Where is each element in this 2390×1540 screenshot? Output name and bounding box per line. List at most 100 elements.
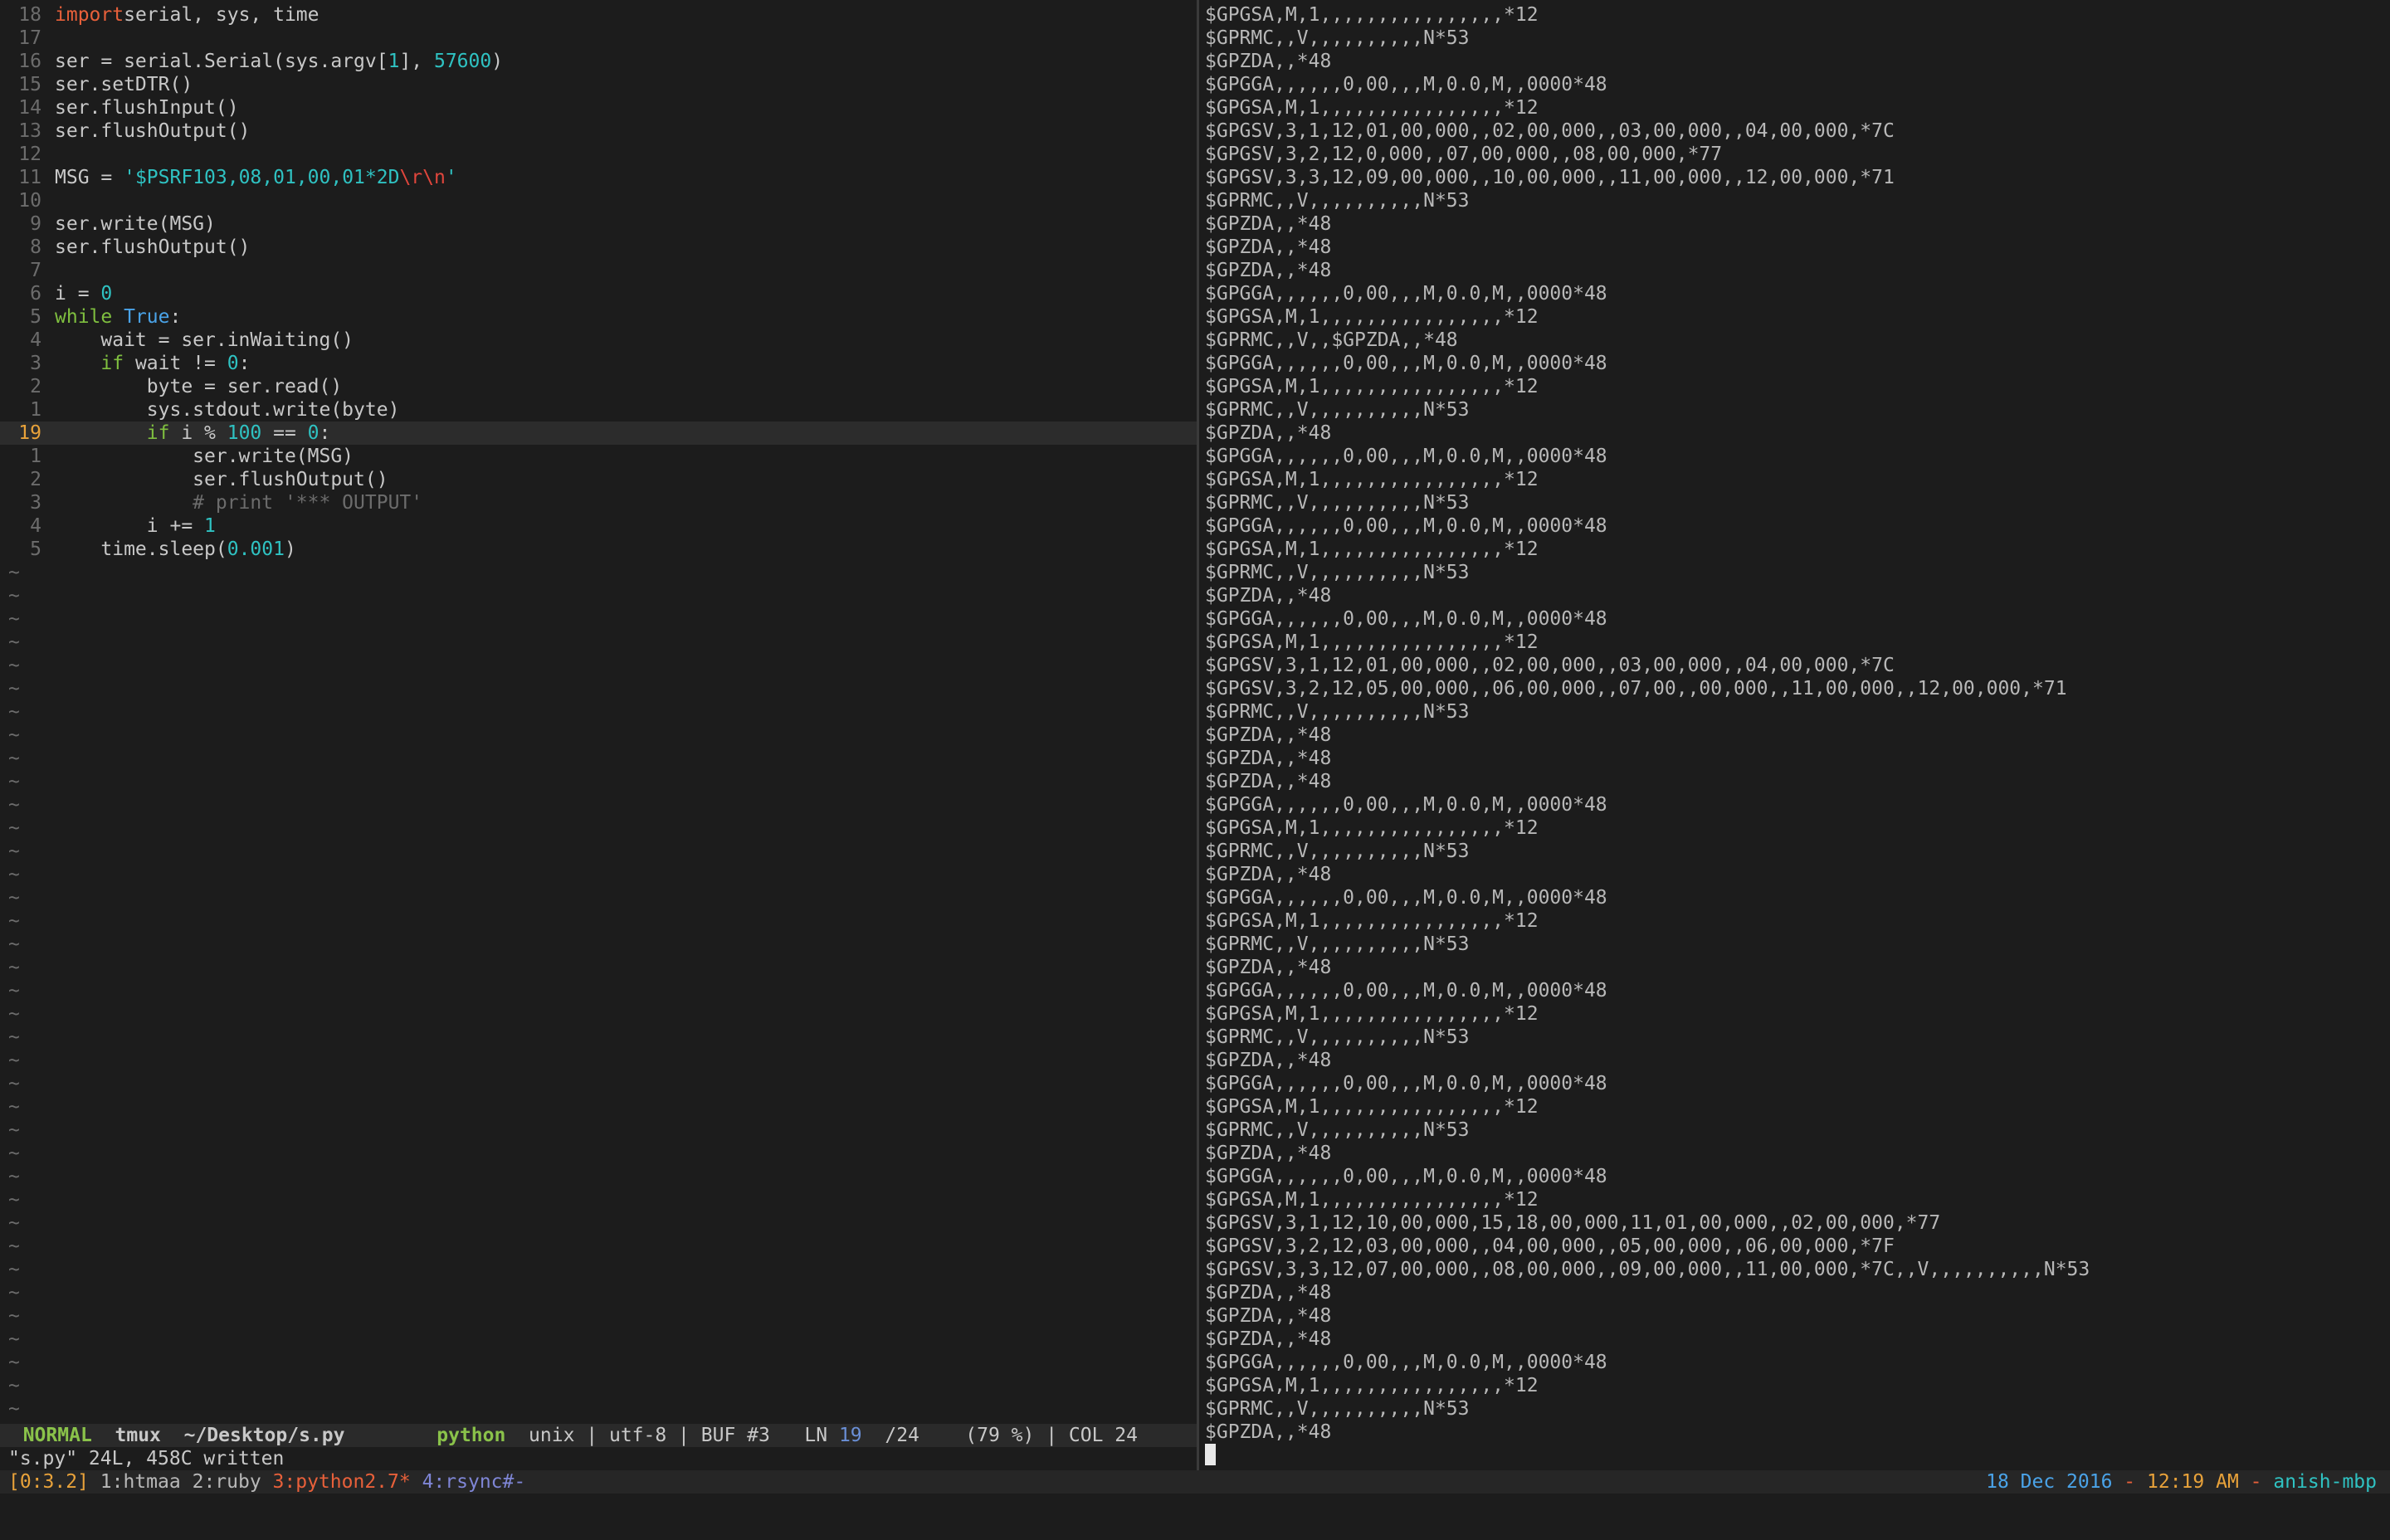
code-line[interactable]: 9 ser.write(MSG) bbox=[0, 212, 1197, 236]
tmux-window-list: [0:3.2] 1:htmaa 2:ruby 3:python2.7* 4:rs… bbox=[8, 1470, 525, 1494]
code-line[interactable]: 8 ser.flushOutput() bbox=[0, 236, 1197, 259]
code-line[interactable]: 2 ser.flushOutput() bbox=[0, 468, 1197, 491]
terminal-line: $GPGSA,M,1,,,,,,,,,,,,,,,,*12 bbox=[1205, 4, 1539, 26]
code-token: ser.flushOutput() bbox=[55, 236, 251, 258]
line-number-gutter: 15 bbox=[18, 74, 41, 95]
code-line[interactable]: 16 ser = serial.Serial(sys.argv[1], 57600… bbox=[0, 50, 1197, 73]
line-number-gutter: 4 bbox=[30, 515, 41, 537]
vim-command-line[interactable]: "s.py" 24L, 458C written bbox=[8, 1447, 284, 1470]
code-token: i += bbox=[55, 515, 205, 537]
code-line-current[interactable]: 19 if i % 100 == 0: bbox=[0, 422, 1197, 445]
terminal-line: $GPGSV,3,3,12,07,00,000,,08,00,000,,09,0… bbox=[1205, 1259, 2090, 1280]
terminal-line: $GPGSV,3,2,12,0,000,,07,00,000,,08,00,00… bbox=[1205, 144, 1723, 165]
code-line[interactable]: 7 bbox=[0, 259, 1197, 282]
code-line[interactable]: 15 ser.setDTR() bbox=[0, 73, 1197, 96]
empty-line-marker: ~ bbox=[8, 1119, 20, 1141]
code-token: : bbox=[319, 422, 331, 444]
code-line[interactable]: 1 ser.write(MSG) bbox=[0, 445, 1197, 468]
terminal-line: $GPZDA,,*48 bbox=[1205, 213, 1332, 235]
code-line[interactable]: 1 sys.stdout.write(byte) bbox=[0, 398, 1197, 422]
code-line[interactable]: 12 bbox=[0, 143, 1197, 166]
terminal-line: $GPZDA,,*48 bbox=[1205, 1050, 1332, 1071]
terminal-line: $GPGGA,,,,,,0,00,,,M,0.0,M,,0000*48 bbox=[1205, 1352, 1607, 1373]
terminal-line: $GPRMC,,V,,$GPZDA,,*48 bbox=[1205, 329, 1458, 351]
code-line[interactable]: 5 time.sleep(0.001) bbox=[0, 538, 1197, 561]
code-line[interactable]: 3 if wait != 0: bbox=[0, 352, 1197, 375]
tmux-window-tab[interactable]: 4:rsync#- bbox=[422, 1471, 526, 1493]
code-token: ser.write(MSG) bbox=[55, 446, 354, 467]
code-line[interactable]: 5 while True: bbox=[0, 305, 1197, 329]
terminal-line: $GPGGA,,,,,,0,00,,,M,0.0,M,,0000*48 bbox=[1205, 980, 1607, 1001]
line-number-gutter: 8 bbox=[30, 236, 41, 258]
code-line[interactable]: 14 ser.flushInput() bbox=[0, 96, 1197, 119]
empty-line-marker: ~ bbox=[8, 1143, 20, 1164]
terminal-line: $GPGSA,M,1,,,,,,,,,,,,,,,,*12 bbox=[1205, 306, 1539, 328]
status-date: 18 Dec 2016 bbox=[1986, 1471, 2113, 1493]
empty-line-marker: ~ bbox=[8, 1096, 20, 1118]
code-token: 57600 bbox=[433, 51, 492, 72]
terminal-line: $GPZDA,,*48 bbox=[1205, 1421, 1332, 1443]
terminal-line: $GPZDA,,*48 bbox=[1205, 260, 1332, 281]
empty-line-marker: ~ bbox=[8, 1398, 20, 1420]
code-buffer[interactable]: 18 importserial, sys, time 17 16 ser = seria… bbox=[0, 3, 1197, 1421]
code-token: ], bbox=[399, 51, 434, 72]
terminal-line: $GPGSA,M,1,,,,,,,,,,,,,,,,*12 bbox=[1205, 910, 1539, 932]
terminal-line: $GPGSA,M,1,,,,,,,,,,,,,,,,*12 bbox=[1205, 539, 1539, 560]
tmux-window-tab[interactable]: 2:ruby bbox=[193, 1471, 261, 1493]
code-token: : bbox=[169, 306, 182, 328]
code-line[interactable]: 18 importserial, sys, time bbox=[0, 3, 1197, 27]
terminal-line: $GPGGA,,,,,,0,00,,,M,0.0,M,,0000*48 bbox=[1205, 515, 1607, 537]
terminal-line: $GPZDA,,*48 bbox=[1205, 1328, 1332, 1350]
code-token: if bbox=[100, 353, 124, 374]
empty-line-marker: ~ bbox=[8, 585, 20, 607]
code-token: == bbox=[261, 422, 308, 444]
terminal-line: $GPGSA,M,1,,,,,,,,,,,,,,,,*12 bbox=[1205, 1096, 1539, 1118]
code-line[interactable]: 13 ser.flushOutput() bbox=[0, 119, 1197, 143]
tmux-window-tab[interactable]: 3:python2.7* bbox=[273, 1471, 411, 1493]
tmux-window-tab[interactable]: 1:htmaa bbox=[100, 1471, 181, 1493]
code-line[interactable]: 2 byte = ser.read() bbox=[0, 375, 1197, 398]
code-token: True bbox=[124, 306, 170, 328]
terminal-line: $GPRMC,,V,,,,,,,,,,N*53 bbox=[1205, 1398, 1470, 1420]
terminal-line: $GPGSA,M,1,,,,,,,,,,,,,,,,*12 bbox=[1205, 817, 1539, 839]
code-token: serial, sys, time bbox=[124, 4, 319, 26]
terminal-line: $GPRMC,,V,,,,,,,,,,N*53 bbox=[1205, 190, 1470, 212]
empty-line-marker: ~ bbox=[8, 887, 20, 909]
empty-line-marker: ~ bbox=[8, 631, 20, 653]
terminal-line: $GPGGA,,,,,,0,00,,,M,0.0,M,,0000*48 bbox=[1205, 283, 1607, 305]
vim-pane[interactable]: 18 importserial, sys, time 17 16 ser = seria… bbox=[0, 0, 1197, 1424]
code-line[interactable]: 3 # print '*** OUTPUT' bbox=[0, 491, 1197, 514]
terminal-line: $GPGGA,,,,,,0,00,,,M,0.0,M,,0000*48 bbox=[1205, 353, 1607, 374]
code-token: 0.001 bbox=[227, 539, 285, 560]
empty-line-marker: ~ bbox=[8, 794, 20, 816]
code-line[interactable]: 4 wait = ser.inWaiting() bbox=[0, 329, 1197, 352]
line-number-gutter: 17 bbox=[18, 27, 41, 49]
code-line[interactable]: 17 bbox=[0, 27, 1197, 50]
empty-line-marker: ~ bbox=[8, 1282, 20, 1304]
empty-line-marker: ~ bbox=[8, 1073, 20, 1094]
code-line[interactable]: 6 i = 0 bbox=[0, 282, 1197, 305]
code-line[interactable]: 4 i += 1 bbox=[0, 514, 1197, 538]
empty-line-marker: ~ bbox=[8, 1166, 20, 1187]
pane-divider[interactable] bbox=[1197, 0, 1199, 1470]
tmux-status-right: 18 Dec 2016 - 12:19 AM - anish-mbp bbox=[1986, 1470, 2377, 1494]
line-label: LN bbox=[804, 1425, 828, 1446]
code-token: ser.setDTR() bbox=[55, 74, 193, 95]
code-line[interactable]: 11 MSG = '$PSRF103,08,01,00,01*2D\r\n' bbox=[0, 166, 1197, 189]
code-token: ) bbox=[284, 539, 296, 560]
terminal-output-pane[interactable]: $GPGSA,M,1,,,,,,,,,,,,,,,,*12 $GPRMC,,V,,… bbox=[1205, 3, 2390, 1470]
code-token: i = bbox=[55, 283, 101, 305]
code-token: ' bbox=[445, 167, 457, 188]
line-number-gutter: 3 bbox=[30, 353, 41, 374]
line-number-gutter: 16 bbox=[18, 51, 41, 72]
code-token: wait = ser.inWaiting() bbox=[55, 329, 354, 351]
code-token: ser.flushOutput() bbox=[55, 469, 388, 490]
empty-line-marker: ~ bbox=[8, 1259, 20, 1280]
terminal-prompt-line[interactable] bbox=[1205, 1444, 2390, 1467]
empty-line-marker: ~ bbox=[8, 1003, 20, 1025]
terminal-line: $GPGGA,,,,,,0,00,,,M,0.0,M,,0000*48 bbox=[1205, 1166, 1607, 1187]
terminal-line: $GPGSV,3,1,12,10,00,000,15,18,00,000,11,… bbox=[1205, 1212, 1941, 1234]
code-line[interactable]: 10 bbox=[0, 189, 1197, 212]
